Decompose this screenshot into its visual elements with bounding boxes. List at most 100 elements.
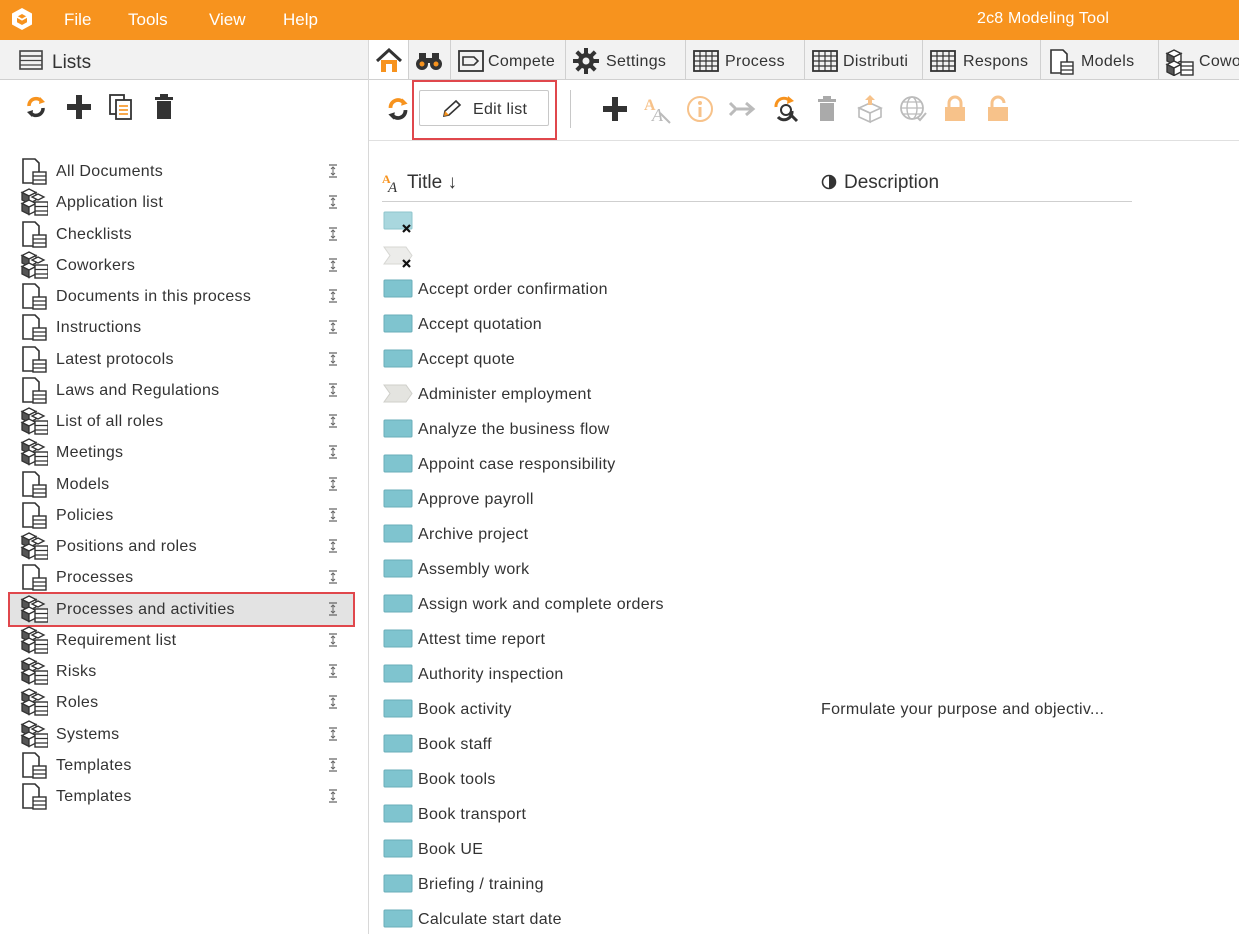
- tab-home[interactable]: [369, 40, 409, 79]
- drag-handle-icon[interactable]: [328, 570, 338, 584]
- drag-handle-icon[interactable]: [328, 195, 338, 209]
- menu-help[interactable]: Help: [283, 10, 318, 30]
- drag-handle-icon[interactable]: [328, 601, 338, 616]
- edit-list-button[interactable]: Edit list: [419, 90, 549, 126]
- drag-handle-icon[interactable]: [328, 445, 338, 459]
- table-row[interactable]: Attest time report: [382, 623, 1142, 656]
- drag-handle-icon[interactable]: [328, 320, 338, 334]
- tab-bar: Compete Settings Process Distributi Resp…: [369, 40, 1239, 80]
- drag-handle-icon[interactable]: [328, 289, 338, 303]
- menu-view[interactable]: View: [209, 10, 246, 30]
- activity-icon: [383, 664, 413, 683]
- drag-handle-icon[interactable]: [328, 383, 338, 397]
- delete-icon[interactable]: [149, 92, 179, 122]
- list-item[interactable]: Models: [10, 469, 353, 500]
- list-item[interactable]: All Documents: [10, 156, 353, 187]
- globe-icon[interactable]: [897, 93, 929, 125]
- table-row[interactable]: Book transport: [382, 798, 1142, 831]
- list-item[interactable]: Risks: [10, 656, 353, 687]
- tab-coworkers[interactable]: Cowo: [1159, 40, 1239, 79]
- list-item[interactable]: Roles: [10, 687, 353, 718]
- refresh-icon[interactable]: [21, 92, 51, 122]
- list-item[interactable]: Laws and Regulations: [10, 375, 353, 406]
- list-item[interactable]: Latest protocols: [10, 344, 353, 375]
- tab-process[interactable]: Process: [686, 40, 805, 79]
- table-row[interactable]: Book UE: [382, 833, 1142, 866]
- table-row[interactable]: Briefing / training: [382, 868, 1142, 901]
- table-row[interactable]: [382, 205, 1142, 238]
- table-row[interactable]: Accept quotation: [382, 308, 1142, 341]
- row-type-icon: [383, 279, 413, 304]
- lock-icon[interactable]: [939, 93, 971, 125]
- tab-label: Process: [725, 53, 785, 70]
- drag-handle-icon[interactable]: [328, 351, 338, 366]
- list-item[interactable]: Requirement list: [10, 625, 353, 656]
- list-item[interactable]: Instructions: [10, 312, 353, 343]
- tab-responsibility[interactable]: Respons: [923, 40, 1041, 79]
- table-row[interactable]: Archive project: [382, 518, 1142, 551]
- list-item[interactable]: List of all roles: [10, 406, 353, 437]
- drag-handle-icon[interactable]: [328, 539, 338, 553]
- delete-icon[interactable]: [811, 93, 843, 125]
- drag-handle-icon[interactable]: [328, 414, 338, 428]
- row-type-icon: [383, 874, 413, 899]
- drag-handle-icon[interactable]: [328, 758, 338, 772]
- drag-handle-icon[interactable]: [328, 633, 338, 647]
- info-icon[interactable]: [684, 93, 716, 125]
- toolbar-divider: [369, 140, 1239, 141]
- unlock-icon[interactable]: [982, 93, 1014, 125]
- table-row[interactable]: Book staff: [382, 728, 1142, 761]
- table-row[interactable]: Accept order confirmation: [382, 273, 1142, 306]
- tab-models[interactable]: Models: [1041, 40, 1159, 79]
- list-item-label: Processes and activities: [56, 600, 235, 618]
- activity-icon: [383, 594, 413, 613]
- list-item[interactable]: Application list: [10, 187, 353, 218]
- table-row[interactable]: Book activity Formulate your purpose and …: [382, 693, 1142, 726]
- list-item[interactable]: Templates: [10, 781, 353, 812]
- drag-handle-icon[interactable]: [328, 508, 338, 522]
- rename-icon[interactable]: A A: [642, 93, 674, 125]
- drag-handle-icon[interactable]: [328, 226, 338, 241]
- drag-handle-icon[interactable]: [328, 789, 338, 803]
- drag-handle-icon[interactable]: [328, 664, 338, 678]
- drag-handle-icon[interactable]: [328, 695, 338, 709]
- refresh-icon[interactable]: [382, 93, 414, 125]
- tab-competence[interactable]: Compete: [451, 40, 566, 79]
- list-item[interactable]: Positions and roles: [10, 531, 353, 562]
- list-item[interactable]: Templates: [10, 750, 353, 781]
- drag-handle-icon[interactable]: [328, 258, 338, 272]
- add-icon[interactable]: [64, 92, 94, 122]
- list-item[interactable]: Processes: [10, 562, 353, 593]
- move-icon[interactable]: [727, 93, 759, 125]
- list-item[interactable]: Processes and activities: [8, 591, 355, 627]
- list-item[interactable]: Systems: [10, 719, 353, 750]
- tab-settings[interactable]: Settings: [566, 40, 686, 79]
- table-row[interactable]: Book tools: [382, 763, 1142, 796]
- table-row[interactable]: Calculate start date: [382, 903, 1142, 934]
- menu-file[interactable]: File: [64, 10, 91, 30]
- list-item[interactable]: Checklists: [10, 219, 353, 250]
- list-item[interactable]: Policies: [10, 500, 353, 531]
- tab-search[interactable]: [409, 40, 451, 79]
- table-row[interactable]: Approve payroll: [382, 483, 1142, 516]
- list-item[interactable]: Meetings: [10, 437, 353, 468]
- list-item[interactable]: Coworkers: [10, 250, 353, 281]
- table-row[interactable]: Accept quote: [382, 343, 1142, 376]
- add-icon[interactable]: [599, 93, 631, 125]
- table-row[interactable]: [382, 240, 1142, 273]
- table-row[interactable]: Administer employment: [382, 378, 1142, 411]
- drag-handle-icon[interactable]: [328, 726, 338, 741]
- table-row[interactable]: Assembly work: [382, 553, 1142, 586]
- export-icon[interactable]: [854, 93, 886, 125]
- replace-icon[interactable]: [769, 93, 801, 125]
- copy-icon[interactable]: [106, 92, 136, 122]
- table-row[interactable]: Assign work and complete orders: [382, 588, 1142, 621]
- drag-handle-icon[interactable]: [328, 476, 338, 491]
- list-item[interactable]: Documents in this process: [10, 281, 353, 312]
- table-row[interactable]: Appoint case responsibility: [382, 448, 1142, 481]
- table-row[interactable]: Authority inspection: [382, 658, 1142, 691]
- table-row[interactable]: Analyze the business flow: [382, 413, 1142, 446]
- menu-tools[interactable]: Tools: [128, 10, 168, 30]
- drag-handle-icon[interactable]: [328, 164, 338, 178]
- tab-distribution[interactable]: Distributi: [805, 40, 923, 79]
